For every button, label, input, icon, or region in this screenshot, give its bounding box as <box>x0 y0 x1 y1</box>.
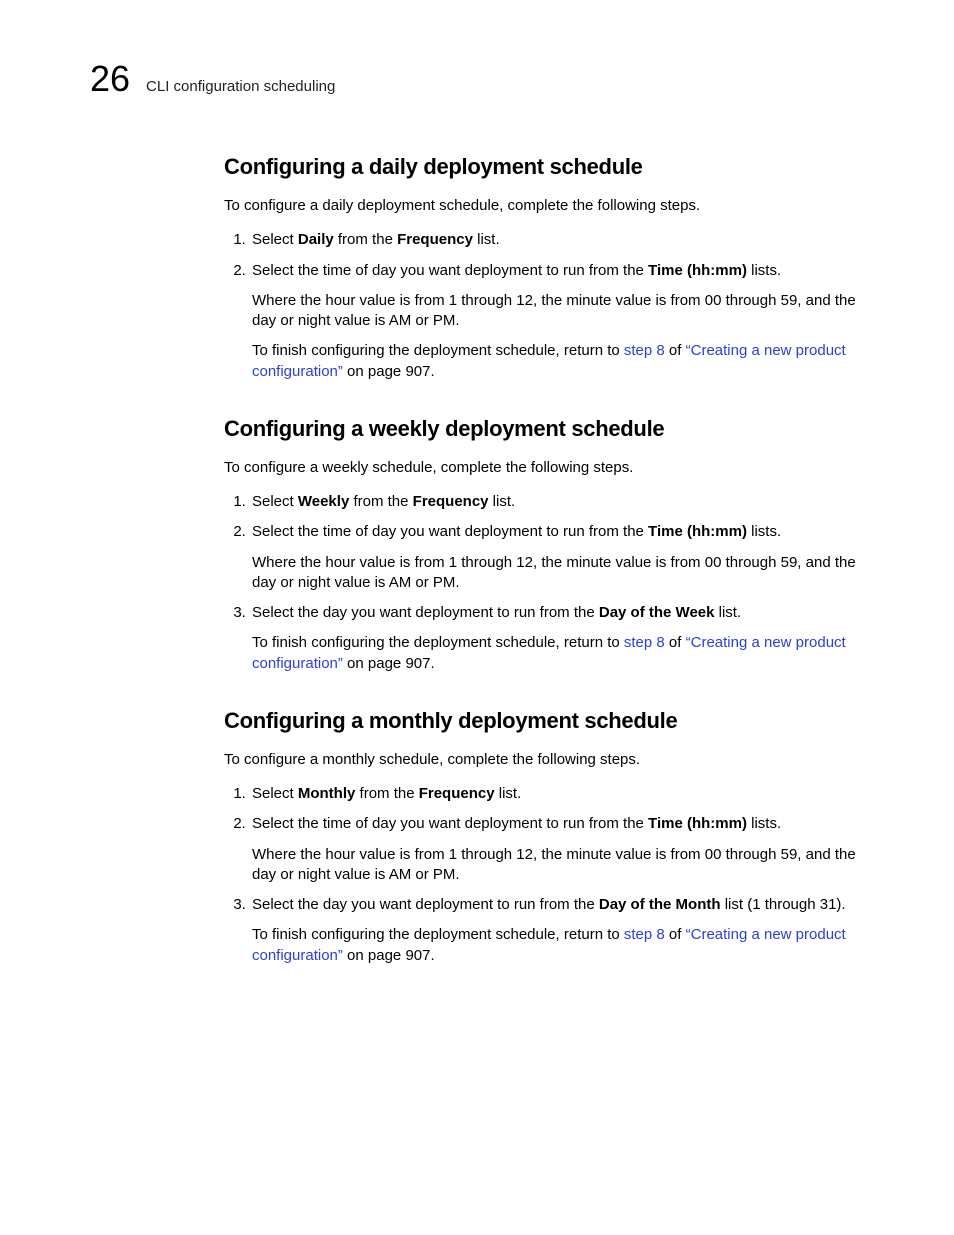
step-text: list. <box>489 493 516 510</box>
substep-post: on page 907. <box>343 363 435 380</box>
section-heading: Configuring a monthly deployment schedul… <box>224 708 864 734</box>
step-text: Select the time of day you want deployme… <box>252 815 648 832</box>
step-text: Select <box>252 785 298 802</box>
step-item: Select the day you want deployment to ru… <box>250 895 864 966</box>
substep-text: To finish configuring the deployment sch… <box>252 341 864 382</box>
chapter-number: 26 <box>90 58 130 100</box>
section-intro: To configure a weekly schedule, complete… <box>224 458 864 478</box>
step-item: Select the day you want deployment to ru… <box>250 603 864 674</box>
xref-link[interactable]: step 8 <box>624 926 665 943</box>
step-bold: Time (hh:mm) <box>648 262 747 279</box>
section-intro: To configure a monthly schedule, complet… <box>224 750 864 770</box>
step-list: Select Daily from the Frequency list. Se… <box>224 230 864 382</box>
substep-text: To finish configuring the deployment sch… <box>252 633 864 674</box>
page-header: 26 CLI configuration scheduling <box>90 58 864 100</box>
substep-mid: of <box>665 926 686 943</box>
step-text: Select the time of day you want deployme… <box>252 523 648 540</box>
step-text: from the <box>355 785 418 802</box>
substep-pre: To finish configuring the deployment sch… <box>252 926 624 943</box>
step-text: list. <box>473 231 500 248</box>
section-intro: To configure a daily deployment schedule… <box>224 196 864 216</box>
xref-link[interactable]: step 8 <box>624 634 665 651</box>
step-item: Select the time of day you want deployme… <box>250 261 864 382</box>
step-bold: Time (hh:mm) <box>648 523 747 540</box>
step-bold: Weekly <box>298 493 349 510</box>
step-item: Select Daily from the Frequency list. <box>250 230 864 250</box>
step-list: Select Monthly from the Frequency list. … <box>224 784 864 966</box>
step-bold: Frequency <box>419 785 495 802</box>
substep-mid: of <box>665 342 686 359</box>
substep-post: on page 907. <box>343 655 435 672</box>
step-item: Select Monthly from the Frequency list. <box>250 784 864 804</box>
step-item: Select the time of day you want deployme… <box>250 522 864 593</box>
header-title: CLI configuration scheduling <box>146 78 335 95</box>
section-daily: Configuring a daily deployment schedule … <box>224 154 864 382</box>
step-text: lists. <box>747 262 781 279</box>
step-text: lists. <box>747 815 781 832</box>
step-bold: Daily <box>298 231 334 248</box>
substep-pre: To finish configuring the deployment sch… <box>252 634 624 651</box>
step-text: Select the day you want deployment to ru… <box>252 896 599 913</box>
step-text: lists. <box>747 523 781 540</box>
section-monthly: Configuring a monthly deployment schedul… <box>224 708 864 966</box>
step-text: Select the day you want deployment to ru… <box>252 604 599 621</box>
step-bold: Day of the Week <box>599 604 715 621</box>
step-bold: Frequency <box>413 493 489 510</box>
step-bold: Day of the Month <box>599 896 721 913</box>
step-text: Select the time of day you want deployme… <box>252 262 648 279</box>
substep-text: Where the hour value is from 1 through 1… <box>252 845 864 886</box>
content: Configuring a daily deployment schedule … <box>224 154 864 966</box>
substep-post: on page 907. <box>343 947 435 964</box>
page: 26 CLI configuration scheduling Configur… <box>0 0 954 1060</box>
section-heading: Configuring a daily deployment schedule <box>224 154 864 180</box>
step-text: list. <box>495 785 522 802</box>
step-text: list. <box>714 604 741 621</box>
substep-text: To finish configuring the deployment sch… <box>252 925 864 966</box>
substep-text: Where the hour value is from 1 through 1… <box>252 553 864 594</box>
substep-pre: To finish configuring the deployment sch… <box>252 342 624 359</box>
substep-text: Where the hour value is from 1 through 1… <box>252 291 864 332</box>
step-text: from the <box>349 493 412 510</box>
step-text: Select <box>252 493 298 510</box>
step-text: list (1 through 31). <box>721 896 846 913</box>
step-item: Select Weekly from the Frequency list. <box>250 492 864 512</box>
step-bold: Monthly <box>298 785 356 802</box>
step-bold: Frequency <box>397 231 473 248</box>
step-bold: Time (hh:mm) <box>648 815 747 832</box>
section-weekly: Configuring a weekly deployment schedule… <box>224 416 864 674</box>
step-text: from the <box>334 231 397 248</box>
section-heading: Configuring a weekly deployment schedule <box>224 416 864 442</box>
substep-mid: of <box>665 634 686 651</box>
step-item: Select the time of day you want deployme… <box>250 814 864 885</box>
xref-link[interactable]: step 8 <box>624 342 665 359</box>
step-text: Select <box>252 231 298 248</box>
step-list: Select Weekly from the Frequency list. S… <box>224 492 864 674</box>
